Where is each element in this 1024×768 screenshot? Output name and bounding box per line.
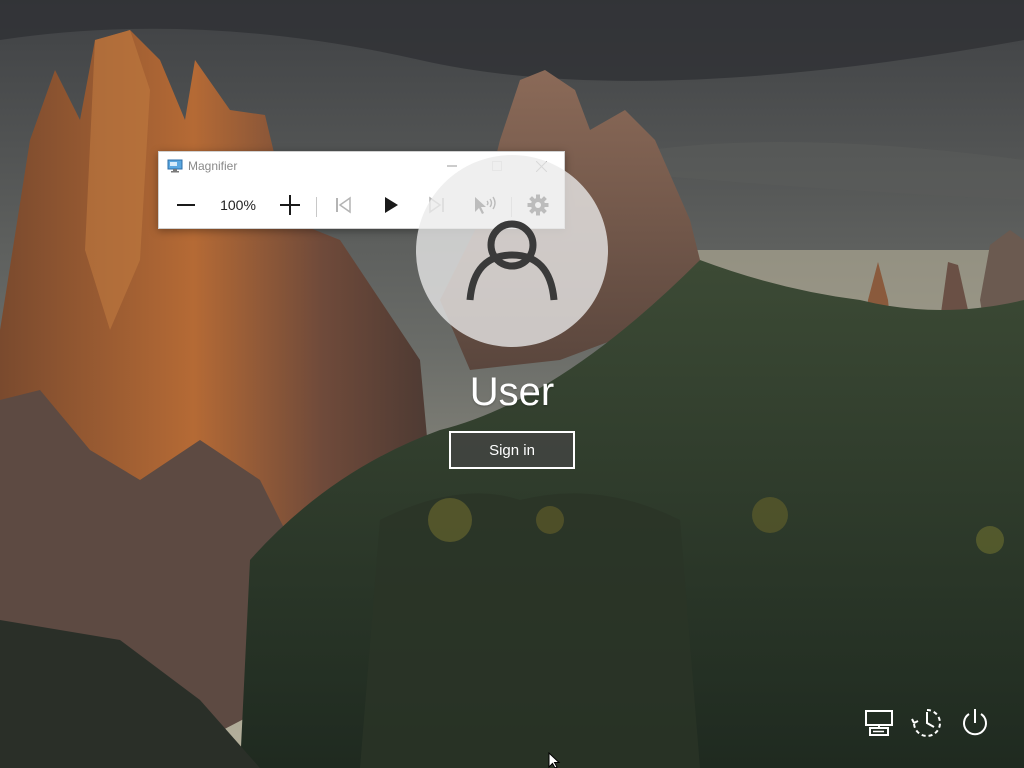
- play-icon: [385, 197, 398, 213]
- ease-of-access-button[interactable]: [910, 706, 944, 740]
- magnifier-app-icon: [167, 159, 183, 173]
- previous-paragraph-button[interactable]: [329, 180, 357, 230]
- window-title: Magnifier: [188, 159, 238, 173]
- lock-screen: Magnifier 100% User Sign in: [0, 0, 1024, 768]
- zoom-in-button[interactable]: [275, 180, 305, 230]
- user-avatar: [416, 155, 608, 347]
- minus-icon: [177, 204, 195, 206]
- network-icon: [865, 710, 893, 736]
- user-silhouette-icon: [466, 220, 558, 301]
- ease-of-access-icon: [911, 709, 941, 737]
- user-name: User: [469, 370, 555, 414]
- power-button[interactable]: [958, 706, 992, 740]
- plus-icon: [280, 195, 300, 215]
- mouse-cursor-icon: [548, 752, 561, 768]
- power-icon: [963, 709, 987, 736]
- skip-previous-icon: [336, 196, 351, 214]
- zoom-level: 100%: [220, 197, 256, 213]
- zoom-out-button[interactable]: [171, 180, 201, 230]
- network-button[interactable]: [862, 706, 896, 740]
- play-button[interactable]: [377, 180, 405, 230]
- toolbar-separator: [316, 197, 317, 217]
- sign-in-button[interactable]: Sign in: [449, 431, 575, 469]
